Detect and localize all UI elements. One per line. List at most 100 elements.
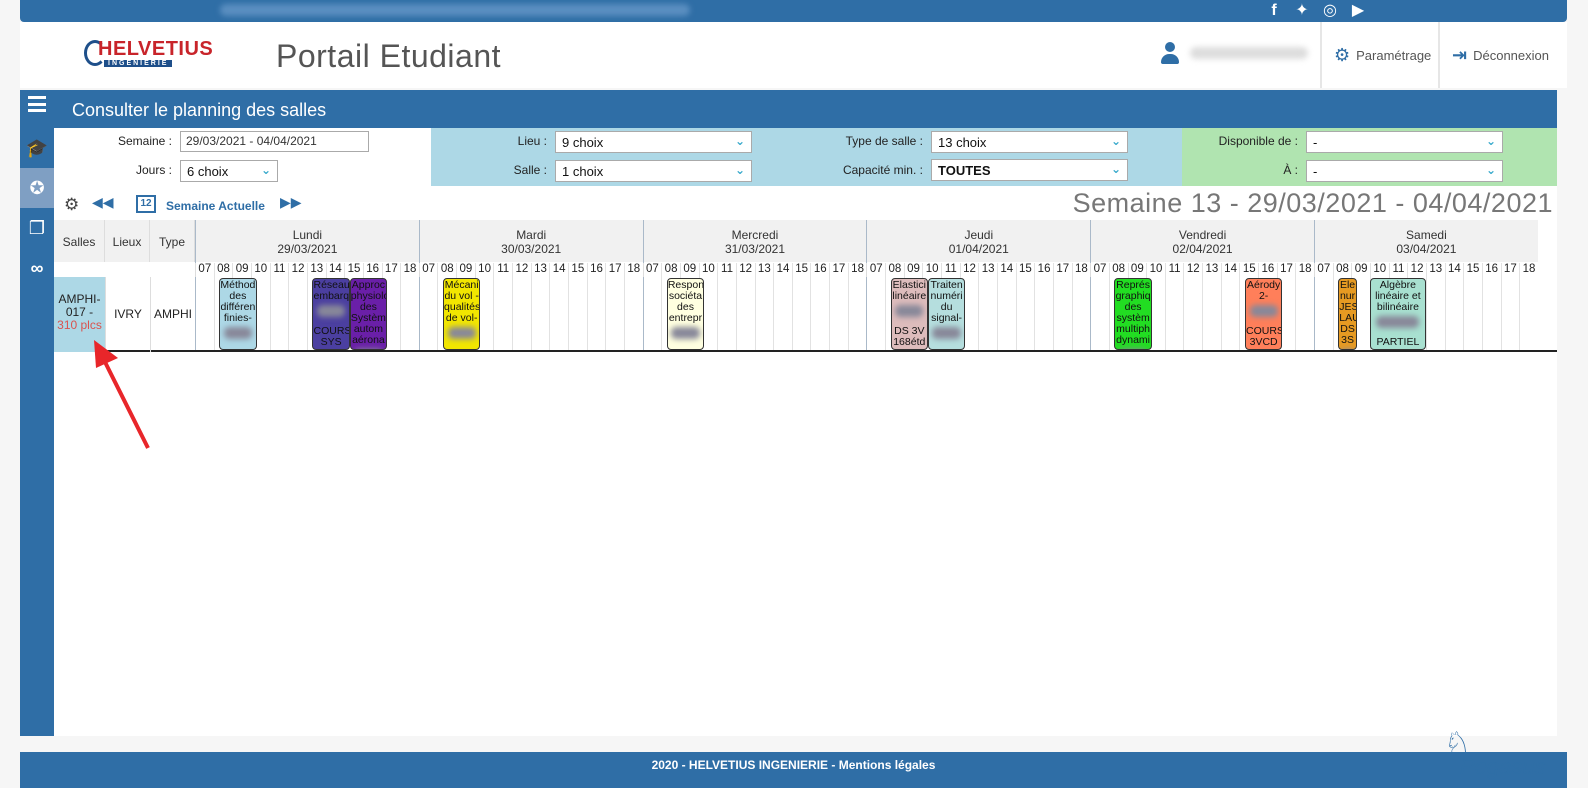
panel-title: Consulter le planning des salles — [72, 100, 327, 120]
calendar-icon[interactable]: 12 — [136, 195, 156, 213]
hour-label: 09 — [1351, 263, 1370, 277]
event-teacher-blurred — [895, 305, 924, 317]
event-title: Représ graphiq des systèm multiph dynami — [1115, 279, 1151, 346]
chevron-down-icon: ⌄ — [260, 163, 271, 177]
course-event[interactable]: Réseau embarq COURS SYS — [312, 278, 350, 350]
event-title: Elastici linéaire — [892, 279, 927, 302]
type-salle-select[interactable]: 13 choix ⌄ — [931, 131, 1128, 153]
type-salle-value: 13 choix — [938, 135, 987, 150]
dispo-label: Disponible de : — [1218, 134, 1298, 148]
chevron-down-icon: ⌄ — [734, 163, 745, 177]
semaine-input[interactable]: 29/03/2021 - 04/04/2021 — [180, 131, 369, 152]
course-event[interactable]: Elastici linéaire DS 3V 168étd — [890, 278, 928, 350]
hour-label: 09 — [456, 263, 475, 277]
logo[interactable]: HELVETIUS INGENIERIE — [84, 36, 214, 70]
next-week-icon[interactable]: ▶▶ — [280, 194, 302, 211]
hour-label: 17 — [1500, 263, 1520, 277]
chevron-down-icon: ⌄ — [734, 134, 745, 148]
hour-label: 15 — [791, 263, 811, 277]
current-week-button[interactable]: Semaine Actuelle — [166, 199, 265, 213]
previous-week-icon[interactable]: ◀◀ — [92, 194, 114, 211]
event-title: Aérody 2- — [1246, 279, 1281, 302]
hour-label: 17 — [829, 263, 848, 277]
twitter-icon[interactable]: ✦ — [1293, 1, 1311, 21]
hour-label: 08 — [1332, 263, 1352, 277]
course-event[interactable]: Méthod des différen finies- — [219, 278, 257, 350]
logo-text: HELVETIUS — [98, 38, 214, 60]
logout-label: Déconnexion — [1473, 47, 1549, 63]
hour-label: 14 — [1220, 263, 1240, 277]
capacite-select[interactable]: TOUTES ⌄ — [931, 159, 1128, 181]
course-event[interactable]: Ele nur JES LAU DS 3S — [1338, 278, 1357, 350]
day-date: 01/04/2021 — [948, 242, 1009, 256]
hour-label: 08 — [1108, 263, 1128, 277]
day-header-0: Lundi 29/03/2021 — [195, 220, 419, 262]
header-salles: Salles — [54, 220, 105, 262]
hour-label: 11 — [717, 263, 736, 277]
filter-zone-place: Lieu : 9 choix ⌄ Salle : 1 choix ⌄ Type de… — [431, 128, 1182, 186]
lieu-select[interactable]: 9 choix ⌄ — [555, 131, 752, 153]
course-event[interactable]: Algèbre linéaire et bilinéaire PARTIEL — [1369, 278, 1426, 350]
salle-select[interactable]: 1 choix ⌄ — [555, 160, 752, 182]
hour-label: 07 — [1090, 263, 1109, 277]
settings-gear-icon[interactable]: ⚙ — [64, 195, 79, 215]
hamburger-menu-icon[interactable] — [28, 96, 46, 112]
day-name: Jeudi — [964, 228, 994, 242]
hour-label: 15 — [1463, 263, 1482, 277]
settings-button[interactable]: ⚙ Paramétrage — [1320, 22, 1438, 88]
sidebar-item-links[interactable]: ∞ — [20, 248, 54, 288]
filter-zone-week: Semaine : 29/03/2021 - 04/04/2021 Jours … — [54, 128, 431, 186]
hour-label: 11 — [269, 263, 289, 277]
dispo-select[interactable]: - ⌄ — [1306, 131, 1503, 153]
a-select[interactable]: - ⌄ — [1306, 160, 1503, 182]
hour-label: 07 — [195, 263, 214, 277]
hour-label: 12 — [288, 263, 307, 277]
course-event[interactable]: Respon sociéta des entrepr — [666, 278, 705, 350]
user-area[interactable] — [1160, 42, 1308, 64]
event-title: Réseau embarq — [313, 279, 350, 302]
course-event[interactable]: Traiten numéri du signal- — [927, 278, 966, 350]
day-header-2: Mercredi 31/03/2021 — [642, 220, 867, 262]
room-capacity: 310 plcs — [57, 318, 102, 332]
course-event[interactable]: Représ graphiq des systèm multiph dynami — [1114, 278, 1152, 350]
jours-label: Jours : — [135, 163, 172, 177]
a-value: - — [1313, 164, 1318, 179]
type-salle-label: Type de salle : — [845, 134, 923, 148]
hour-label: 10 — [1146, 263, 1165, 277]
sidebar-item-award[interactable]: ✪ — [20, 168, 54, 208]
dispo-value: - — [1313, 135, 1318, 150]
event-group: PARTIEL — [1376, 336, 1420, 348]
course-event[interactable]: Approc physiolo des Systèm autom aérona — [349, 278, 388, 350]
youtube-icon[interactable]: ▶ — [1349, 1, 1367, 21]
sidebar-item-documents[interactable]: ❐ — [20, 208, 54, 248]
hour-label: 10 — [474, 263, 494, 277]
hour-label: 12 — [1183, 263, 1202, 277]
course-event[interactable]: Mécani du vol - qualités de vol- — [443, 278, 481, 350]
jours-select[interactable]: 6 choix ⌄ — [180, 160, 278, 182]
event-group: COURS SYS — [313, 325, 350, 348]
event-teacher-blurred — [1119, 349, 1147, 350]
facebook-icon[interactable]: f — [1265, 1, 1283, 21]
chevron-down-icon: ⌄ — [1485, 163, 1496, 177]
gear-icon: ⚙ — [1334, 44, 1351, 65]
hour-label: 18 — [1295, 263, 1314, 277]
sidebar-item-graduation[interactable]: 🎓 — [20, 128, 54, 168]
hour-label: 09 — [903, 263, 923, 277]
lieu-value: 9 choix — [562, 135, 604, 150]
lieu-label: Lieu : — [517, 134, 547, 148]
hour-label: 11 — [493, 263, 512, 277]
capacite-label: Capacité min. : — [842, 163, 923, 177]
footer-text[interactable]: 2020 - HELVETIUS INGENIERIE - Mentions l… — [652, 758, 936, 772]
salle-label: Salle : — [513, 163, 547, 177]
hour-label: 16 — [1258, 263, 1277, 277]
hour-label: 15 — [568, 263, 587, 277]
chevron-down-icon: ⌄ — [1110, 162, 1121, 176]
day-header-3: Jeudi 01/04/2021 — [866, 220, 1091, 262]
salle-value: 1 choix — [562, 164, 604, 179]
annotation-arrow — [94, 340, 150, 449]
course-event[interactable]: Aérody 2- COURS 3VCD — [1244, 278, 1283, 350]
event-teacher-blurred — [1376, 316, 1420, 328]
logout-button[interactable]: ⇥ Déconnexion — [1438, 22, 1567, 88]
instagram-icon[interactable]: ◎ — [1321, 1, 1339, 21]
room-row: AMPHI-017 - 310 plcs IVRY AMPHI — [54, 277, 1557, 352]
